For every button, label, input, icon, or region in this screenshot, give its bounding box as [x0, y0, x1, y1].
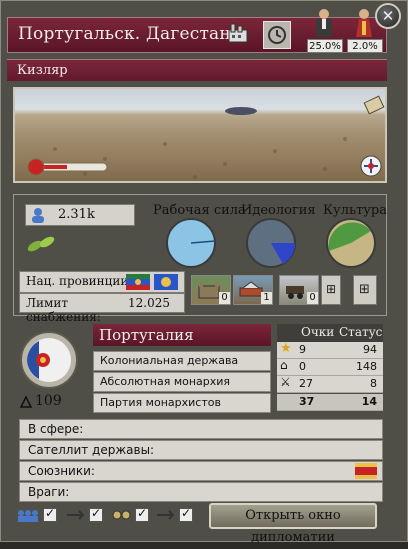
supply-limit-box: Лимит снабжения: 12.025 — [19, 293, 185, 324]
movement-filter-checkbox[interactable] — [89, 506, 103, 522]
factory-icon[interactable] — [227, 22, 249, 44]
score-row-total: 37 14 — [277, 394, 383, 411]
population-box[interactable]: 2.31k — [25, 204, 135, 226]
prestige-icon — [19, 395, 33, 408]
nation-flag-icon[interactable] — [19, 330, 79, 390]
capitalist-icon — [316, 9, 332, 37]
culture-label: Культура — [323, 203, 387, 218]
total-points: 37 — [299, 395, 315, 408]
score-status: 94 — [363, 343, 377, 356]
enemies-row: Враги: — [19, 482, 383, 502]
factory-icon: ⌂ — [280, 358, 288, 372]
close-icon: ✕ — [381, 7, 395, 25]
national-flag-2-icon[interactable] — [154, 274, 178, 290]
building-slot-empty[interactable]: ⊞ — [321, 275, 341, 305]
nation-trait: Абсолютная монархия — [93, 372, 271, 392]
ally-flag-icon[interactable] — [355, 463, 377, 479]
score-points: 0 — [299, 360, 306, 373]
workforce-label: Рабочая сила — [153, 203, 246, 218]
total-status: 14 — [361, 395, 377, 408]
sphere-row: В сфере: — [19, 419, 383, 439]
score-points: 9 — [299, 343, 306, 356]
nation-name[interactable]: Португалия — [93, 324, 271, 346]
national-provinces-box: Нац. провинции: — [19, 271, 185, 293]
score-status: 8 — [370, 377, 377, 390]
score-row-industry: ⌂ 0 148 — [277, 358, 383, 376]
trade-filter-icon — [112, 510, 131, 520]
railroad-level: 0 — [307, 292, 318, 304]
migration-filter-checkbox[interactable] — [179, 506, 193, 522]
map-scroll-icon[interactable] — [363, 94, 385, 116]
province-flag-icon[interactable] — [360, 155, 382, 177]
supply-limit-value: 12.025 — [128, 296, 170, 310]
movement-filter-icon — [67, 510, 85, 520]
allies-label: Союзники: — [28, 464, 95, 478]
national-provinces-label: Нац. провинции: — [26, 274, 133, 288]
fort-level: 0 — [219, 292, 230, 304]
ideology-label: Идеология — [241, 203, 316, 218]
pop-clergy-pct: 2.0% — [347, 39, 383, 53]
province-bar: Кизляр — [7, 59, 387, 81]
province-name: Кизляр — [17, 63, 68, 78]
status-header: Статус — [339, 325, 383, 339]
pops-filter-icon — [18, 510, 38, 522]
allies-row: Союзники: — [19, 461, 383, 481]
ideology-pie[interactable] — [245, 217, 297, 269]
building-naval-base[interactable]: 1 — [233, 275, 273, 305]
timer-button[interactable] — [263, 21, 291, 49]
naval-base-level: 1 — [261, 292, 272, 304]
clock-icon — [268, 26, 286, 44]
points-header: Очки — [301, 325, 335, 339]
pop-capitalist[interactable]: 25.0% — [307, 7, 343, 53]
building-fort[interactable]: 0 — [191, 275, 231, 305]
pop-capitalist-pct: 25.0% — [307, 39, 343, 53]
plus-icon: ⊞ — [326, 282, 337, 296]
scores-header: Очки Статус — [277, 324, 383, 342]
population-value: 2.31k — [58, 207, 95, 222]
rgo-crop-icon[interactable] — [25, 232, 61, 254]
score-status: 148 — [356, 360, 377, 373]
person-icon — [32, 208, 44, 223]
nation-trait: Партия монархистов — [93, 393, 271, 413]
thermometer-icon — [27, 158, 108, 176]
open-diplomacy-button[interactable]: Открыть окно дипломатии — [209, 503, 377, 545]
nation-trait: Колониальная держава — [93, 351, 271, 371]
prestige-value: 109 — [35, 393, 62, 409]
close-button[interactable]: ✕ — [375, 3, 401, 29]
culture-pie[interactable] — [325, 217, 377, 269]
building-railroad[interactable]: 0 — [279, 275, 319, 305]
build-factory-button[interactable]: ⊞ — [353, 275, 377, 305]
window-title: Португальск. Дагестан — [18, 24, 231, 44]
province-window: Португальск. Дагестан 25.0% 2.0% ✕ Кизля… — [0, 0, 408, 545]
trade-filter-checkbox[interactable] — [135, 506, 149, 522]
score-points: 27 — [299, 377, 313, 390]
score-row-prestige: ★ 9 94 — [277, 341, 383, 359]
workforce-pie[interactable] — [165, 217, 217, 269]
satellite-row: Сателлит державы: — [19, 440, 383, 460]
star-icon: ★ — [280, 341, 292, 356]
score-row-military: ⚔ 27 8 — [277, 375, 383, 393]
pops-filter-checkbox[interactable] — [43, 506, 57, 522]
swords-icon: ⚔ — [280, 375, 291, 389]
migration-filter-icon — [157, 510, 175, 520]
add-building-icon: ⊞ — [359, 282, 370, 297]
national-flag-1-icon[interactable] — [126, 274, 150, 290]
